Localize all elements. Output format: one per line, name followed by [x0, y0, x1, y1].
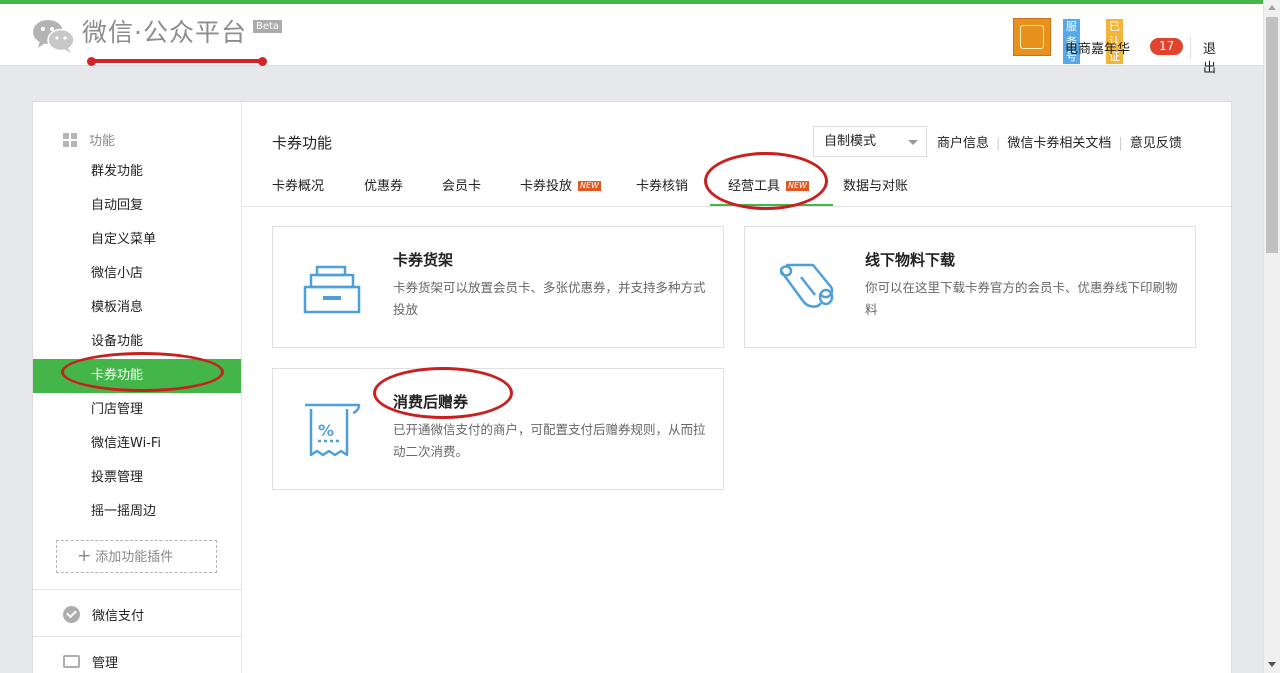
divider — [1190, 37, 1191, 59]
sidebar-item-device[interactable]: 设备功能 — [33, 325, 241, 359]
top-links: 商户信息 | 微信卡券相关文档 | 意见反馈 — [937, 132, 1182, 151]
tab-coupons[interactable]: 优惠券 — [364, 175, 403, 194]
tab-card-distribution[interactable]: 卡券投放 NEW — [520, 175, 601, 194]
card-title: 卡券货架 — [393, 251, 454, 269]
scroll-icon — [773, 257, 837, 321]
beta-badge: Beta — [252, 20, 283, 33]
sidebar-item-wechat-pay[interactable]: 微信支付 — [63, 605, 144, 624]
page-title: 卡券功能 — [272, 134, 333, 152]
sidebar-item-manage[interactable]: 管理 — [63, 652, 118, 671]
add-plugin-button[interactable]: + 添加功能插件 — [56, 540, 217, 573]
feedback-link[interactable]: 意见反馈 — [1130, 136, 1182, 151]
sidebar-item-card-coupon[interactable]: 卡券功能 — [33, 359, 241, 393]
sidebar-item-auto-reply[interactable]: 自动回复 — [33, 189, 241, 223]
card-post-purchase-coupon[interactable]: % 消费后赠券 已开通微信支付的商户，可配置支付后赠券规则，从而拉动二次消费。 — [272, 368, 724, 490]
scroll-up-icon[interactable] — [1268, 5, 1276, 10]
sidebar-item-custom-menu[interactable]: 自定义菜单 — [33, 223, 241, 257]
notification-count[interactable]: 17 — [1150, 38, 1184, 55]
logo-text: 微信·公众平台 — [82, 18, 247, 47]
inbox-icon — [63, 655, 80, 668]
merchant-info-link[interactable]: 商户信息 — [937, 136, 989, 151]
sidebar-menu: 群发功能 自动回复 自定义菜单 微信小店 模板消息 设备功能 卡券功能 门店管理… — [33, 155, 241, 529]
shelf-icon — [301, 257, 365, 321]
tab-card-overview[interactable]: 卡券概况 — [272, 175, 324, 194]
sidebar-item-voting[interactable]: 投票管理 — [33, 461, 241, 495]
tab-data-reconciliation[interactable]: 数据与对账 — [843, 175, 908, 194]
wechat-pay-label: 微信支付 — [92, 609, 145, 624]
chevron-down-icon — [908, 140, 918, 145]
sidebar-item-wechat-store[interactable]: 微信小店 — [33, 257, 241, 291]
logo[interactable]: 微信·公众平台 Beta — [32, 18, 283, 54]
annotation-dot-left — [87, 57, 96, 66]
tab-bar: 卡券概况 优惠券 会员卡 卡券投放 NEW 卡券核销 经营工具 NEW 数据与对账 — [272, 166, 1202, 207]
avatar[interactable] — [1013, 18, 1051, 56]
card-title: 线下物料下载 — [865, 251, 956, 269]
docs-link[interactable]: 微信卡券相关文档 — [1007, 136, 1111, 151]
sidebar-section-label: 功能 — [89, 134, 116, 149]
add-plugin-label: 添加功能插件 — [95, 550, 174, 565]
grid-icon — [63, 132, 77, 147]
sidebar-item-shake[interactable]: 摇一摇周边 — [33, 495, 241, 529]
sidebar-section-title: 功能 — [63, 130, 115, 149]
content-area: 卡券功能 自制模式 商户信息 | 微信卡券相关文档 | 意见反馈 卡券概况 优惠券 会员… — [242, 102, 1231, 673]
link-separator: | — [996, 136, 1001, 151]
sidebar-item-mass-send[interactable]: 群发功能 — [33, 155, 241, 189]
tab-card-redemption[interactable]: 卡券核销 — [636, 175, 688, 194]
sidebar-divider — [33, 589, 241, 590]
mode-select-value: 自制模式 — [824, 134, 877, 149]
tabs-divider — [242, 206, 1231, 207]
sidebar-item-template-message[interactable]: 模板消息 — [33, 291, 241, 325]
card-description: 你可以在这里下载卡券官方的会员卡、优惠券线下印刷物料 — [865, 280, 1178, 317]
card-shelf[interactable]: 卡券货架 卡券货架可以放置会员卡、多张优惠券，并支持多种方式投放 — [272, 226, 724, 348]
plus-icon: + — [77, 546, 92, 566]
mode-select[interactable]: 自制模式 — [813, 126, 927, 157]
scrollbar[interactable] — [1263, 0, 1280, 673]
link-separator: | — [1118, 136, 1123, 151]
tab-business-tools[interactable]: 经营工具 NEW — [710, 175, 833, 207]
manage-label: 管理 — [92, 656, 119, 671]
receipt-percent-icon: % — [301, 399, 365, 463]
avatar-badge-icon — [1020, 25, 1044, 49]
card-description: 卡券货架可以放置会员卡、多张优惠券，并支持多种方式投放 — [393, 280, 706, 317]
logout-link[interactable]: 退出 — [1203, 38, 1216, 76]
card-title: 消费后赠券 — [393, 393, 469, 411]
sidebar-divider — [33, 636, 241, 637]
card-offline-materials[interactable]: 线下物料下载 你可以在这里下载卡券官方的会员卡、优惠券线下印刷物料 — [744, 226, 1196, 348]
annotation-underline — [90, 59, 264, 63]
sidebar-item-store-management[interactable]: 门店管理 — [33, 393, 241, 427]
new-badge: NEW — [786, 181, 809, 191]
wechat-logo-icon — [32, 18, 76, 54]
svg-text:%: % — [318, 421, 334, 440]
tab-member-card[interactable]: 会员卡 — [442, 175, 481, 194]
main-panel: 功能 群发功能 自动回复 自定义菜单 微信小店 模板消息 设备功能 卡券功能 门… — [32, 101, 1232, 673]
account-name[interactable]: 电商嘉年华 — [1065, 38, 1130, 57]
annotation-dot-right — [258, 57, 267, 66]
wechat-pay-icon — [63, 606, 80, 623]
card-description: 已开通微信支付的商户，可配置支付后赠券规则，从而拉动二次消费。 — [393, 422, 706, 459]
sidebar: 功能 群发功能 自动回复 自定义菜单 微信小店 模板消息 设备功能 卡券功能 门… — [33, 102, 242, 673]
sidebar-item-wifi[interactable]: 微信连Wi-Fi — [33, 427, 241, 461]
top-bar: 微信·公众平台 Beta 服务号 已认证 电商嘉年华 17 退出 — [0, 0, 1280, 76]
scroll-down-icon[interactable] — [1268, 662, 1276, 667]
new-badge: NEW — [578, 181, 601, 191]
scroll-thumb[interactable] — [1266, 17, 1278, 253]
